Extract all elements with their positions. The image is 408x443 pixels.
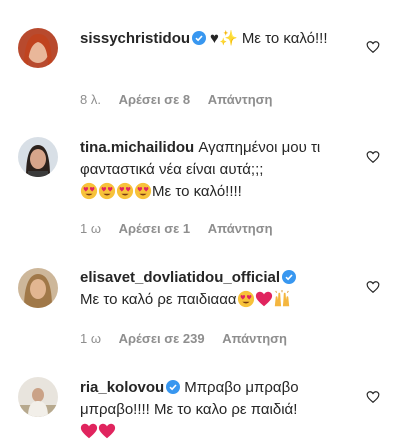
comment-body: elisavet_dovliatidou_official Με το καλό… (80, 267, 360, 311)
comment-meta: 8 λ. Αρέσει σε 8 Απάντηση (80, 92, 287, 107)
avatar-image (18, 28, 58, 68)
raised-hands-emoji (274, 290, 289, 307)
avatar-sissychristidou[interactable] (18, 28, 58, 68)
comment-time[interactable]: 8 λ. (80, 92, 101, 107)
avatar-ria-kolovou[interactable] (18, 377, 58, 417)
comment-username[interactable]: elisavet_dovliatidou_official (80, 269, 280, 286)
verified-badge-icon (282, 270, 297, 284)
comment-1: sissychristidou ♥✨ Με το καλό!!! 8 λ. Αρέ… (0, 0, 408, 120)
avatar-tina-michailidou[interactable] (18, 137, 58, 177)
verified-badge-icon (192, 31, 207, 45)
comment-likes[interactable]: Αρέσει σε 1 (119, 221, 191, 236)
red-heart-emoji (255, 291, 272, 307)
reply-button[interactable]: Απάντηση (208, 221, 273, 236)
heart-outline-icon[interactable] (366, 150, 380, 164)
heart-outline-icon[interactable] (366, 40, 380, 54)
comment-likes[interactable]: Αρέσει σε 239 (119, 331, 205, 346)
comment-text: Με το καλό!!! (241, 30, 328, 47)
heart-eyes-emoji (116, 182, 134, 200)
heart-outline-icon[interactable] (366, 280, 380, 294)
comment-username[interactable]: tina.michailidou (80, 139, 194, 156)
comment-emoji-prefix: ♥✨ (210, 30, 238, 47)
comment-text: Με το καλό ρε παιδιααα (80, 291, 237, 308)
avatar-image (18, 137, 58, 177)
comment-username[interactable]: ria_kolovou (80, 379, 164, 396)
comment-text-suffix: Με το καλό!!!! (152, 183, 242, 200)
comment-meta: 1 ω Αρέσει σε 239 Απάντηση (80, 331, 301, 346)
heart-outline-icon[interactable] (366, 390, 380, 404)
reply-button[interactable]: Απάντηση (208, 92, 273, 107)
heart-eyes-emoji (134, 182, 152, 200)
comment-meta: 1 ω Αρέσει σε 1 Απάντηση (80, 221, 287, 236)
heart-eyes-emoji-row (80, 182, 152, 200)
comment-body: tina.michailidou Αγαπημένοι μου τι φαντα… (80, 137, 350, 203)
red-heart-emoji (98, 423, 116, 439)
verified-badge-icon (166, 380, 181, 394)
comment-username[interactable]: sissychristidou (80, 30, 190, 47)
avatar-elisavet-dovliatidou[interactable] (18, 268, 58, 308)
heart-eyes-emoji (80, 182, 98, 200)
heart-eyes-emoji (98, 182, 116, 200)
comment-body: sissychristidou ♥✨ Με το καλό!!! (80, 28, 350, 50)
comment-3: elisavet_dovliatidou_official Με το καλό… (0, 250, 408, 360)
comment-body: ria_kolovou Μπραβο μπραβο μπραβο!!!! Με τ… (80, 377, 350, 443)
reply-button[interactable]: Απάντηση (222, 331, 287, 346)
avatar-image (18, 377, 58, 417)
comment-time[interactable]: 1 ω (80, 331, 101, 346)
red-heart-emoji-row (80, 423, 116, 440)
comment-time[interactable]: 1 ω (80, 221, 101, 236)
comment-4: ria_kolovou Μπραβο μπραβο μπραβο!!!! Με τ… (0, 360, 408, 440)
heart-eyes-emoji (237, 290, 254, 308)
avatar-image (18, 268, 58, 308)
red-heart-emoji (80, 423, 98, 439)
comment-2: tina.michailidou Αγαπημένοι μου τι φαντα… (0, 120, 408, 250)
comment-likes[interactable]: Αρέσει σε 8 (119, 92, 191, 107)
